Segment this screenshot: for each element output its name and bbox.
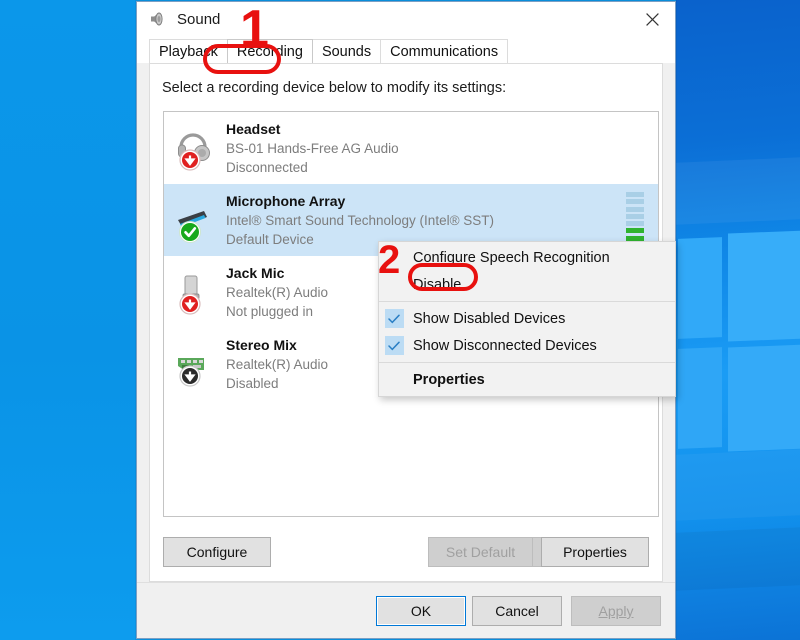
headset-icon bbox=[174, 122, 220, 174]
instruction-text: Select a recording device below to modif… bbox=[162, 80, 507, 96]
device-action-buttons: Configure Set Default Properties bbox=[163, 537, 649, 567]
speaker-icon bbox=[151, 12, 163, 26]
sound-card-icon bbox=[174, 338, 220, 390]
tab-sounds[interactable]: Sounds bbox=[311, 39, 382, 63]
menu-item-show-disconnected-devices[interactable]: Show Disconnected Devices bbox=[379, 332, 675, 359]
tab-playback[interactable]: Playback bbox=[149, 39, 228, 63]
window-title: Sound bbox=[177, 10, 221, 28]
properties-button[interactable]: Properties bbox=[541, 537, 649, 567]
menu-item-label: Configure Speech Recognition bbox=[413, 249, 610, 266]
jack-plug-icon bbox=[174, 266, 220, 318]
close-icon[interactable] bbox=[629, 2, 675, 36]
menu-item-disable[interactable]: Disable bbox=[379, 271, 675, 298]
device-name: Headset bbox=[226, 120, 281, 137]
tab-recording[interactable]: Recording bbox=[226, 39, 313, 63]
dialog-footer: OK Cancel Apply bbox=[137, 582, 675, 638]
menu-item-label: Properties bbox=[413, 371, 485, 388]
device-status: Disabled bbox=[226, 375, 279, 391]
menu-item-configure-speech-recognition[interactable]: Configure Speech Recognition bbox=[379, 244, 675, 271]
device-context-menu: Configure Speech Recognition Disable Sho… bbox=[378, 241, 676, 397]
wallpaper-band bbox=[676, 449, 800, 521]
menu-item-label: Show Disconnected Devices bbox=[413, 337, 597, 354]
list-item[interactable]: Headset BS-01 Hands-Free AG Audio Discon… bbox=[164, 112, 658, 184]
device-status: Not plugged in bbox=[226, 303, 314, 319]
menu-check-slot bbox=[379, 274, 409, 296]
device-name: Jack Mic bbox=[226, 264, 285, 281]
device-description: Intel® Smart Sound Technology (Intel® SS… bbox=[226, 212, 495, 228]
menu-item-label: Disable bbox=[413, 276, 462, 293]
cancel-button[interactable]: Cancel bbox=[472, 596, 562, 626]
device-description: BS-01 Hands-Free AG Audio bbox=[226, 140, 399, 156]
vu-segment bbox=[626, 228, 644, 234]
vu-segment bbox=[626, 235, 644, 241]
menu-check-slot bbox=[379, 335, 409, 357]
tab-strip: Playback Recording Sounds Communications bbox=[137, 36, 675, 63]
ok-button[interactable]: OK bbox=[376, 596, 466, 626]
menu-item-show-disabled-devices[interactable]: Show Disabled Devices bbox=[379, 305, 675, 332]
microphone-array-icon bbox=[174, 194, 220, 246]
wallpaper-window-pane bbox=[728, 344, 800, 452]
device-text: Headset BS-01 Hands-Free AG Audio Discon… bbox=[226, 120, 399, 177]
wallpaper-band bbox=[676, 527, 800, 591]
device-name: Microphone Array bbox=[226, 192, 346, 209]
wallpaper-window-pane bbox=[678, 237, 722, 339]
volume-level-meter bbox=[626, 192, 644, 248]
configure-button[interactable]: Configure bbox=[163, 537, 271, 567]
tab-communications[interactable]: Communications bbox=[380, 39, 509, 63]
title-bar: Sound bbox=[137, 2, 675, 36]
device-description: Realtek(R) Audio bbox=[226, 284, 329, 300]
menu-item-properties[interactable]: Properties bbox=[379, 366, 675, 393]
menu-separator bbox=[379, 362, 675, 363]
checkmark-icon bbox=[384, 336, 404, 355]
device-text: Jack Mic Realtek(R) Audio Not plugged in bbox=[226, 264, 328, 321]
device-description: Realtek(R) Audio bbox=[226, 356, 329, 372]
apply-label: Apply bbox=[598, 603, 634, 619]
menu-check-slot bbox=[379, 308, 409, 330]
menu-separator bbox=[379, 301, 675, 302]
vu-segment bbox=[626, 213, 644, 219]
wallpaper-window-pane bbox=[678, 347, 722, 449]
device-name: Stereo Mix bbox=[226, 336, 297, 353]
device-text: Stereo Mix Realtek(R) Audio Disabled bbox=[226, 336, 328, 393]
menu-item-label: Show Disabled Devices bbox=[413, 310, 566, 327]
menu-check-slot bbox=[379, 247, 409, 269]
wallpaper-window-pane bbox=[728, 230, 800, 342]
menu-check-slot bbox=[379, 369, 409, 391]
device-status: Disconnected bbox=[226, 159, 308, 175]
set-default-button: Set Default bbox=[428, 537, 532, 567]
vu-segment bbox=[626, 199, 644, 205]
wallpaper-band bbox=[676, 157, 800, 225]
desktop-wallpaper-left bbox=[0, 0, 140, 640]
checkmark-icon bbox=[384, 309, 404, 328]
vu-segment bbox=[626, 192, 644, 197]
apply-button: Apply bbox=[571, 596, 661, 626]
device-text: Microphone Array Intel® Smart Sound Tech… bbox=[226, 192, 494, 249]
vu-segment bbox=[626, 221, 644, 227]
vu-segment bbox=[626, 206, 644, 212]
desktop: Sound Playback Recording Sounds Communic… bbox=[0, 0, 800, 640]
